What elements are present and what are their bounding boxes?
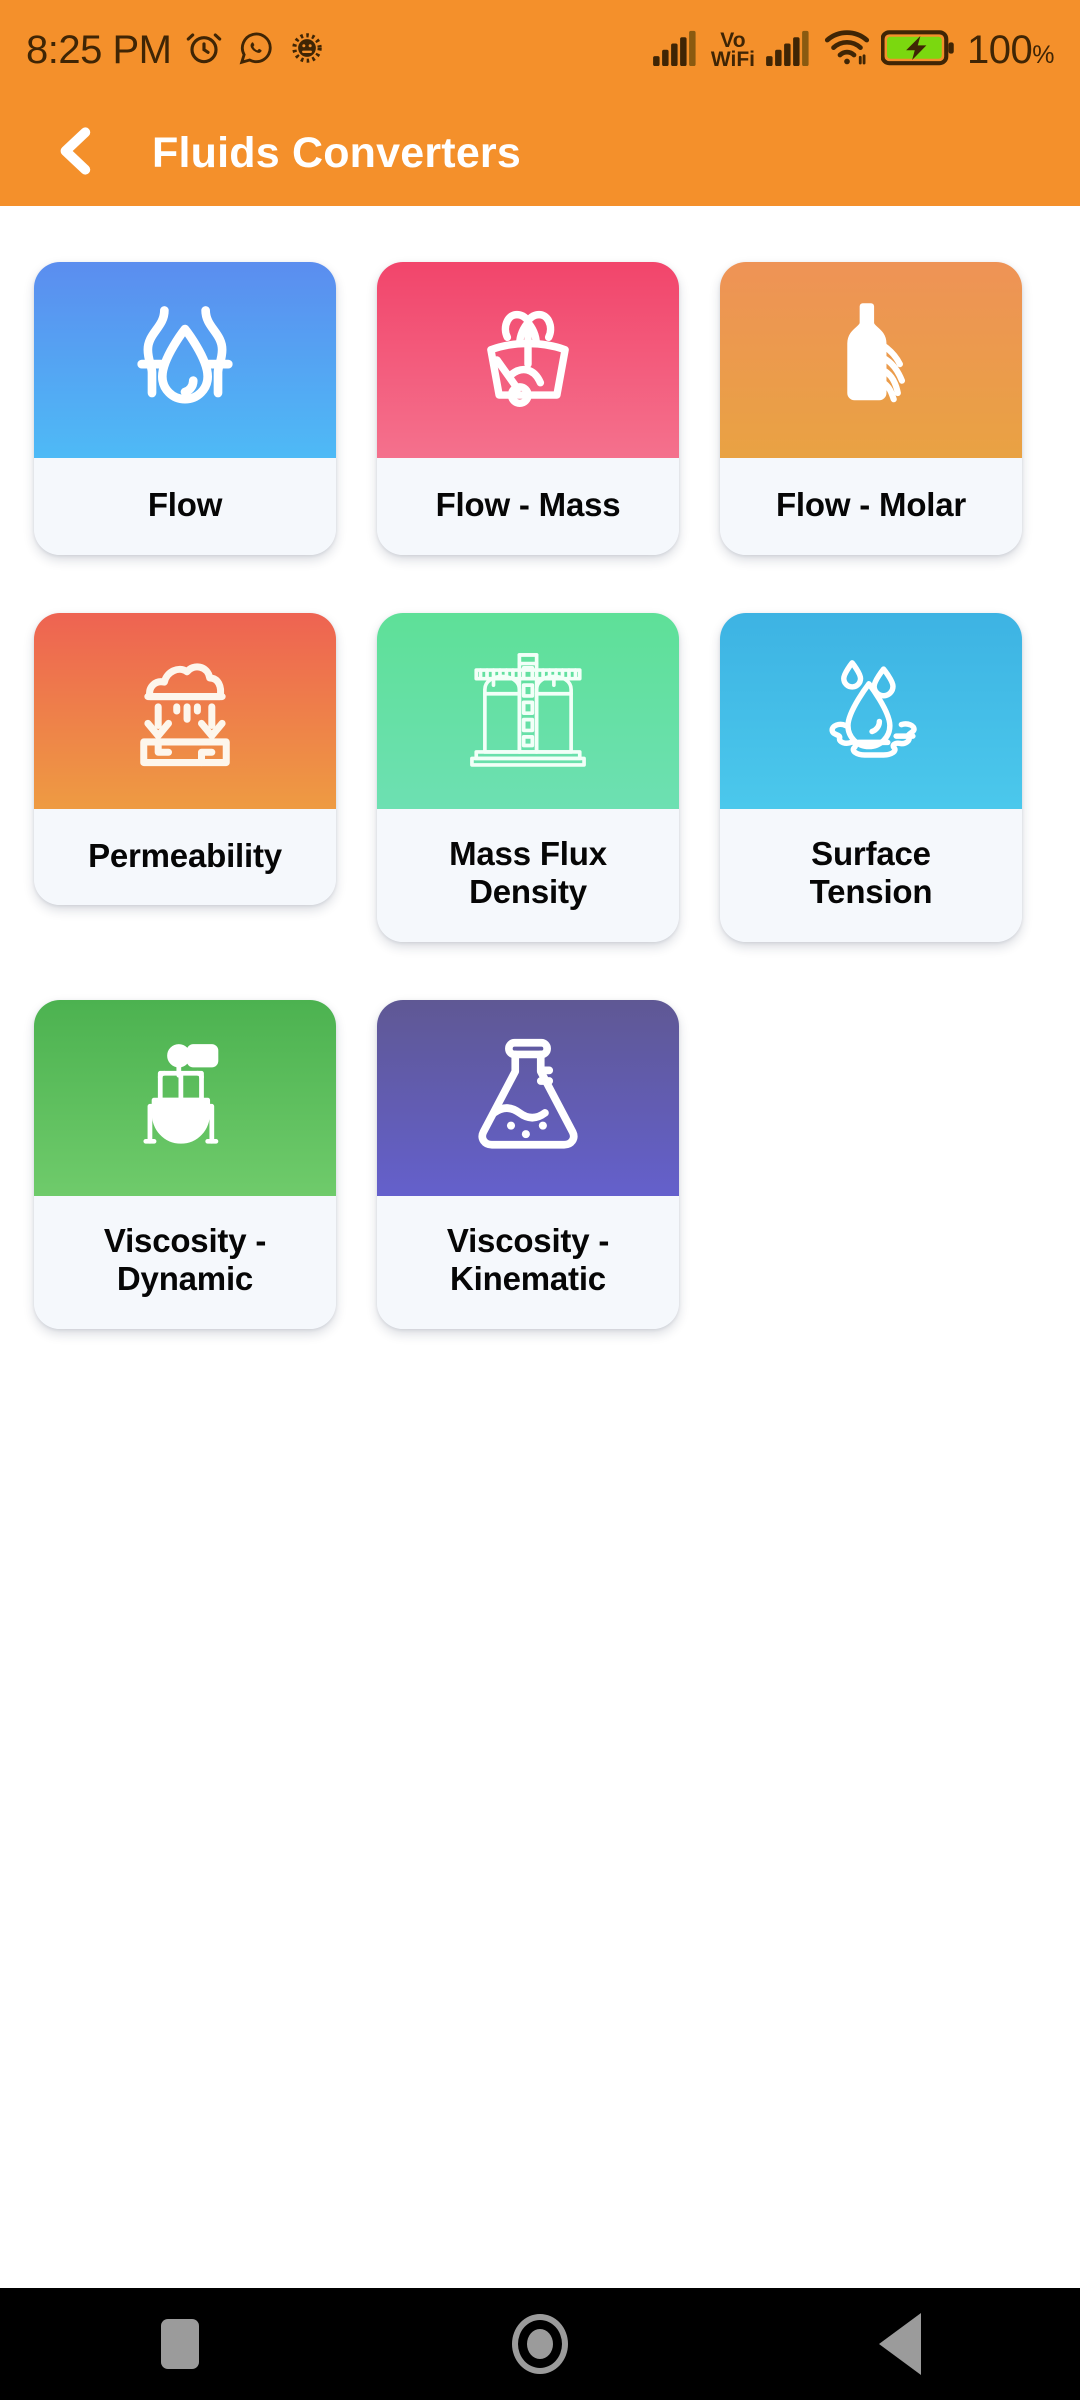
card-label-line-1: Viscosity - (446, 1221, 610, 1259)
card-label: Surface Tension (720, 808, 1022, 942)
card-icon-area (377, 262, 679, 458)
vowifi-line-2: WiFi (710, 48, 756, 71)
percent-symbol: % (1032, 40, 1054, 69)
alarm-clock-icon (184, 28, 224, 73)
back-button[interactable] (40, 117, 112, 189)
grid-row-1: Flow Flow - Mass Flow - Molar (34, 262, 1046, 555)
android-nav-bar (0, 2288, 1080, 2400)
card-label: Permeability (34, 808, 336, 906)
bottle-pouring-icon (805, 294, 937, 426)
settings-gear-icon (288, 29, 326, 72)
card-label: Flow - Molar (720, 458, 1022, 555)
status-bar-right: Vo WiFi 100% (652, 28, 1054, 73)
triangle-icon (879, 2313, 921, 2375)
card-label: Flow (34, 458, 336, 555)
phone-screen: 8:25 PM Vo WiFi 100% Fluids Converters F… (0, 0, 1080, 2400)
card-label-line-2: Tension (809, 873, 933, 911)
card-icon-area (34, 999, 336, 1196)
home-circle-button[interactable] (470, 2288, 610, 2400)
battery-charging-icon (880, 29, 956, 72)
back-triangle-button[interactable] (830, 2288, 970, 2400)
card-label: Viscosity - Dynamic (34, 1195, 336, 1330)
recents-square-button[interactable] (110, 2288, 250, 2400)
battery-percent-label: 100% (967, 28, 1054, 73)
card-label-line-1: Mass Flux (449, 834, 607, 872)
storage-tanks-icon (459, 642, 597, 780)
erlenmeyer-flask-icon (460, 1030, 596, 1166)
card-icon-area (720, 262, 1022, 458)
status-bar-left: 8:25 PM (26, 28, 326, 73)
square-icon (161, 2319, 199, 2369)
card-label-line-2: Density (469, 873, 587, 911)
card-icon-area (377, 612, 679, 809)
status-bar: 8:25 PM Vo WiFi 100% (0, 0, 1080, 100)
card-label: Mass Flux Density (377, 808, 679, 942)
chevron-left-icon (48, 123, 104, 184)
card-icon-area (34, 262, 336, 458)
card-flow[interactable]: Flow (34, 262, 336, 555)
vowifi-label: Vo WiFi (710, 30, 756, 71)
grid-row-3: Viscosity - Dynamic Viscosity - Kinemati… (34, 999, 1046, 1330)
battery-percent-value: 100 (967, 27, 1033, 72)
card-flow-molar[interactable]: Flow - Molar (720, 262, 1022, 555)
grid-row-2: Permeability Mass Flux Density Surface T… (34, 612, 1046, 942)
water-drop-pipe-icon (119, 294, 251, 426)
card-label: Flow - Mass (377, 458, 679, 555)
cloud-rain-soil-icon (119, 645, 251, 777)
card-flow-mass[interactable]: Flow - Mass (377, 262, 679, 555)
card-label: Viscosity - Kinematic (377, 1195, 679, 1330)
card-icon-area (720, 612, 1022, 809)
card-icon-area (377, 999, 679, 1196)
signal-bars-icon (652, 30, 700, 71)
wifi-icon (824, 29, 870, 71)
signal-bars-icon-2 (766, 30, 813, 71)
converter-grid: Flow Flow - Mass Flow - Molar Permeabili… (0, 206, 1080, 2288)
card-label-line-2: Kinematic (450, 1260, 606, 1298)
mixer-vessel-icon (119, 1032, 251, 1164)
status-bar-clock: 8:25 PM (26, 27, 172, 72)
card-viscosity-dynamic[interactable]: Viscosity - Dynamic (34, 999, 336, 1330)
card-label-line-1: Surface (811, 834, 931, 872)
card-icon-area (34, 612, 336, 809)
fountain-spray-icon (462, 294, 594, 426)
card-surface-tension[interactable]: Surface Tension (720, 612, 1022, 942)
circle-icon (512, 2314, 568, 2374)
card-permeability[interactable]: Permeability (34, 612, 336, 906)
card-label-line-1: Viscosity - (103, 1221, 267, 1259)
card-viscosity-kinematic[interactable]: Viscosity - Kinematic (377, 999, 679, 1330)
card-label-line-2: Dynamic (116, 1260, 254, 1298)
whatsapp-icon (237, 29, 275, 72)
page-title: Fluids Converters (152, 128, 521, 177)
card-mass-flux-density[interactable]: Mass Flux Density (377, 612, 679, 942)
droplet-puddle-icon (804, 644, 938, 778)
app-bar: Fluids Converters (0, 100, 1080, 206)
